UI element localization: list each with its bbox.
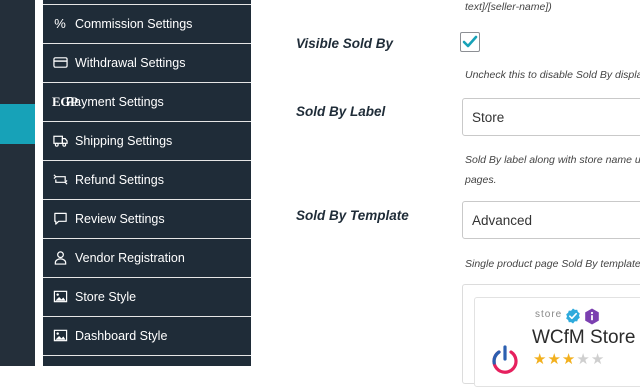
rating-star-icon: ★ [590, 351, 606, 368]
rating-star-icon: ★ [533, 351, 548, 368]
sold-by-template-preview: store WCfM Store ★★★★★ [462, 284, 640, 387]
sidebar-item-label: Vendor Registration [75, 250, 185, 265]
refund-icon [52, 172, 68, 188]
sidebar-item-label: Refund Settings [75, 172, 164, 187]
credit-card-icon [52, 55, 68, 71]
info-shield-icon [585, 308, 599, 325]
sidebar-item-payment-settings[interactable]: EGP Payment Settings [43, 82, 251, 120]
sidebar-item-label: Withdrawal Settings [75, 55, 186, 70]
sidebar-item-label: Review Settings [75, 211, 165, 226]
rating-star-icon: ★ [561, 351, 577, 368]
sidebar-item-shipping-settings[interactable]: Shipping Settings [43, 121, 251, 159]
user-icon [52, 250, 68, 266]
visible-sold-by-checkbox[interactable] [460, 32, 480, 52]
settings-sidebar: % Commission Settings Withdrawal Setting… [43, 0, 251, 366]
truck-icon [52, 133, 68, 149]
top-help-snippet: text]/[seller-name]) [465, 1, 552, 13]
store-tag: store [535, 309, 563, 320]
sidebar-item-next[interactable] [43, 355, 251, 366]
admin-rail-active-item[interactable] [0, 104, 35, 144]
sold-by-label-help-2: pages. [465, 174, 497, 186]
store-name: WCfM Store [532, 327, 636, 348]
sidebar-item-review-settings[interactable]: Review Settings [43, 199, 251, 237]
rating-star-icon: ★ [576, 351, 591, 368]
sidebar-item-refund-settings[interactable]: Refund Settings [43, 160, 251, 198]
image-icon [52, 328, 68, 344]
visible-sold-by-label: Visible Sold By [296, 36, 394, 51]
sidebar-item-label: Dashboard Style [75, 328, 168, 343]
settings-content: text]/[seller-name]) Visible Sold By Unc… [251, 0, 640, 387]
rating-star-icon: ★ [547, 351, 562, 368]
sidebar-item-withdrawal-settings[interactable]: Withdrawal Settings [43, 43, 251, 81]
sidebar-item-dashboard-style[interactable]: Dashboard Style [43, 316, 251, 354]
store-rating: ★★★★★ [533, 350, 605, 368]
visible-sold-by-help: Uncheck this to disable Sold By displa [465, 69, 640, 81]
sold-by-template-select[interactable]: Advanced [462, 201, 640, 239]
sidebar-gap [35, 0, 43, 366]
sidebar-item-label: Shipping Settings [75, 133, 173, 148]
store-preview-box: store WCfM Store ★★★★★ [474, 297, 640, 387]
sidebar-item-vendor-registration[interactable]: Vendor Registration [43, 238, 251, 276]
sidebar-item-store-style[interactable]: Store Style [43, 277, 251, 315]
sold-by-template-label: Sold By Template [296, 208, 409, 223]
checkmark-icon [462, 35, 478, 48]
comment-icon [52, 211, 68, 227]
sold-by-label-label: Sold By Label [296, 104, 386, 119]
sidebar-item-label: Payment Settings [65, 94, 164, 109]
power-icon [492, 345, 518, 374]
admin-rail [0, 0, 35, 366]
sold-by-label-input[interactable]: Store [462, 98, 640, 136]
sold-by-template-help: Single product page Sold By template [465, 258, 640, 270]
sold-by-label-help: Sold By label along with store name u [465, 154, 640, 166]
sidebar-item-label: Store Style [75, 289, 137, 304]
image-icon [52, 289, 68, 305]
sidebar-item-label: Commission Settings [75, 16, 193, 31]
percent-icon: % [54, 16, 66, 31]
sidebar-item-commission-settings[interactable]: % Commission Settings [43, 4, 251, 42]
verified-badge-icon [566, 308, 580, 324]
